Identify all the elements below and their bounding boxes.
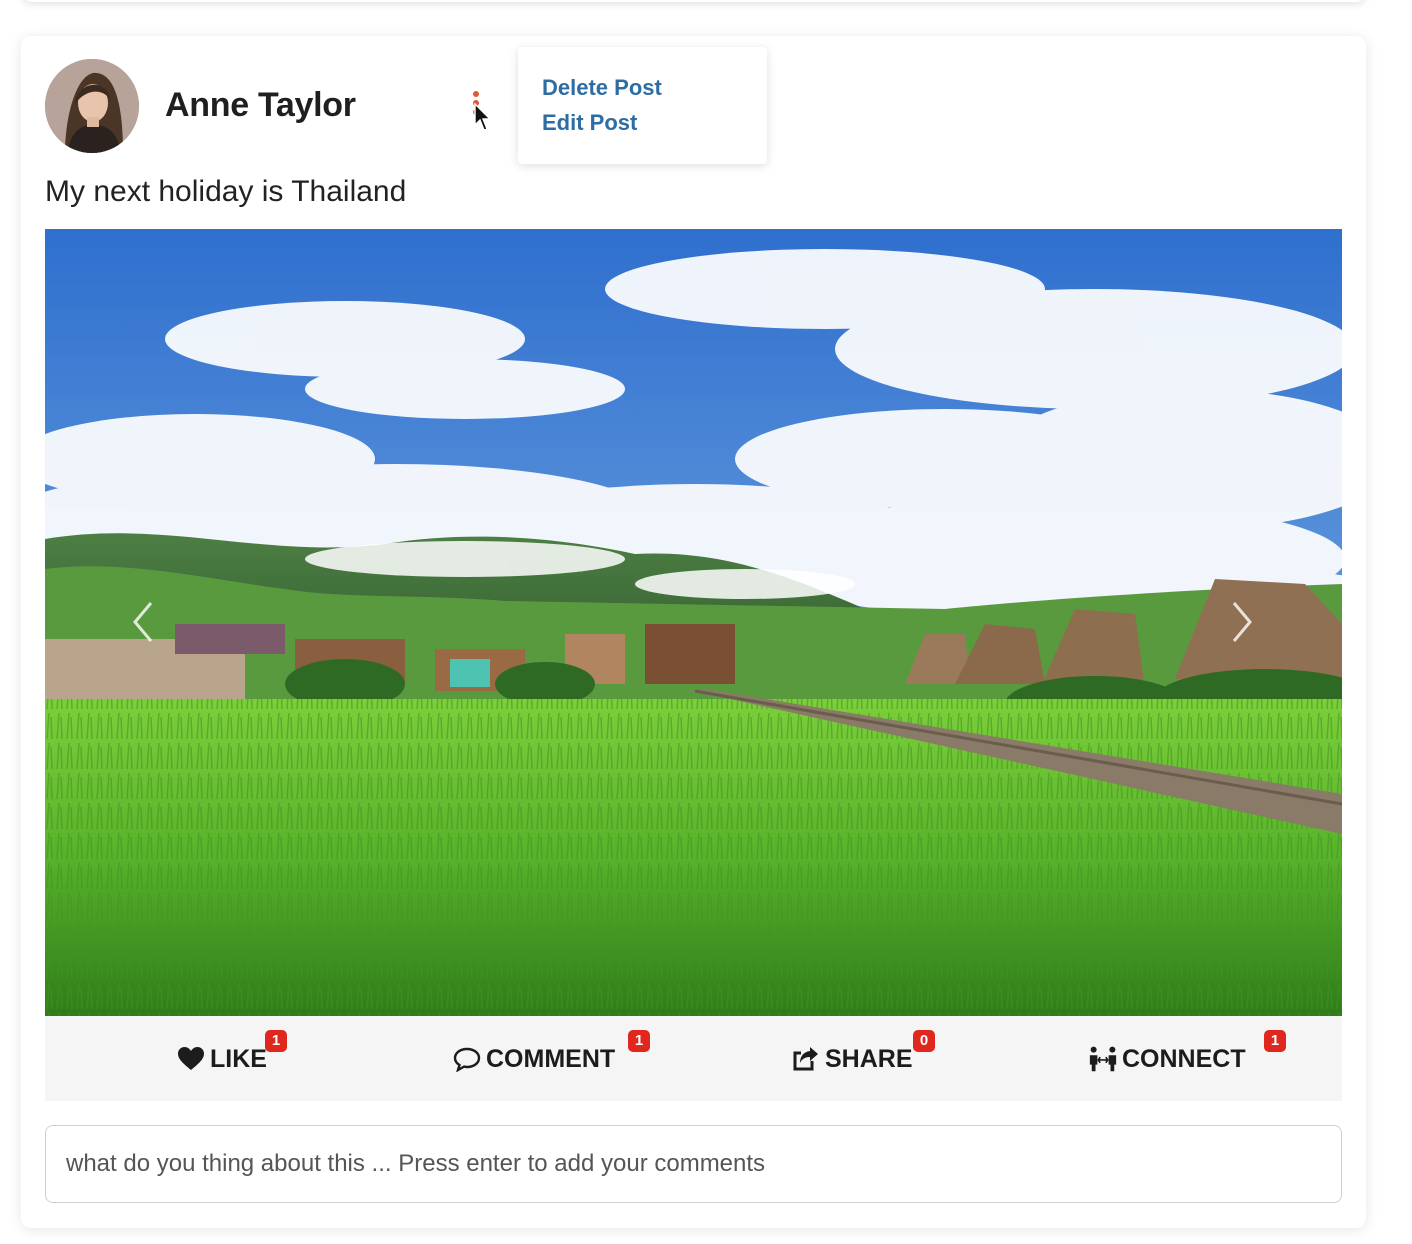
author-name[interactable]: Anne Taylor bbox=[165, 86, 356, 125]
share-square-icon bbox=[791, 1044, 821, 1074]
speech-bubble-icon bbox=[452, 1044, 482, 1074]
like-button[interactable]: LIKE 1 bbox=[176, 1030, 287, 1076]
edit-post-menu-item[interactable]: Edit Post bbox=[542, 110, 637, 136]
post-options-menu: Delete Post Edit Post bbox=[518, 47, 767, 164]
share-button[interactable]: SHARE 0 bbox=[791, 1030, 935, 1076]
like-count-badge: 1 bbox=[265, 1030, 287, 1052]
previous-post-card-edge bbox=[22, 0, 1366, 2]
post-options-icon[interactable] bbox=[469, 88, 489, 128]
share-count-badge: 0 bbox=[913, 1030, 935, 1052]
connect-button[interactable]: CONNECT 1 bbox=[1088, 1030, 1286, 1076]
comment-input[interactable] bbox=[45, 1125, 1342, 1203]
rice-field-landscape-image bbox=[45, 229, 1342, 1016]
delete-post-menu-item[interactable]: Delete Post bbox=[542, 75, 662, 101]
post-photo bbox=[45, 229, 1342, 1016]
people-connect-icon bbox=[1088, 1044, 1118, 1074]
share-label: SHARE bbox=[825, 1044, 913, 1073]
like-label: LIKE bbox=[210, 1044, 267, 1073]
carousel-next-icon[interactable] bbox=[1220, 597, 1260, 647]
connect-label: CONNECT bbox=[1122, 1044, 1246, 1073]
comment-button[interactable]: COMMENT 1 bbox=[452, 1030, 650, 1076]
post-card: Anne Taylor Delete Post Edit Post My nex… bbox=[21, 36, 1366, 1228]
comment-label: COMMENT bbox=[486, 1044, 616, 1073]
heart-icon bbox=[176, 1044, 206, 1074]
avatar-photo bbox=[45, 59, 139, 153]
connect-count-badge: 1 bbox=[1264, 1030, 1286, 1052]
avatar[interactable] bbox=[45, 59, 139, 153]
comment-count-badge: 1 bbox=[628, 1030, 650, 1052]
carousel-prev-icon[interactable] bbox=[125, 597, 165, 647]
post-text: My next holiday is Thailand bbox=[45, 175, 407, 208]
post-actions-bar: LIKE 1 COMMENT 1 SHARE 0 CONNECT 1 bbox=[45, 1016, 1342, 1101]
